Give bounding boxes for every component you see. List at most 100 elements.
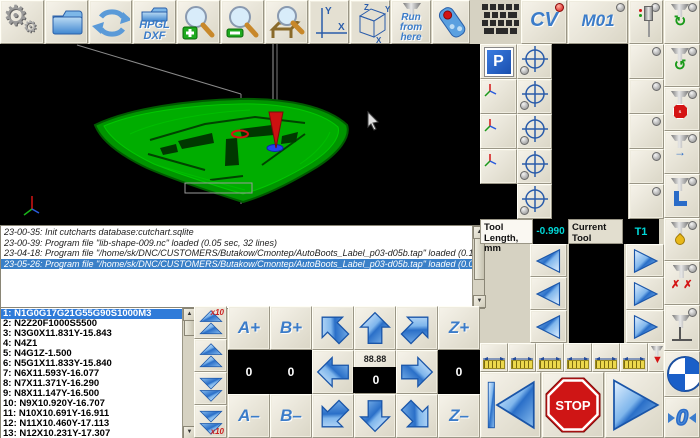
m03-button[interactable]: ↻ — [664, 0, 700, 44]
set-z-button[interactable] — [629, 114, 664, 149]
jog-left-button[interactable] — [312, 350, 354, 394]
jog-z-plus-button[interactable]: Z+ — [438, 306, 480, 350]
goto-zero-button[interactable]: 0 — [664, 397, 700, 438]
reload-button[interactable] — [89, 0, 132, 44]
program-up-x10-button[interactable]: x10 — [194, 306, 227, 339]
jog-over-speed-decrease-button[interactable] — [530, 310, 567, 343]
feed-value-display: 0 — [353, 367, 399, 393]
program-down-x10-button[interactable]: x10 — [194, 405, 227, 438]
wcs-button-g56[interactable] — [480, 149, 517, 184]
zoom-in-button[interactable] — [177, 0, 220, 44]
m07-spindle-icon — [671, 178, 689, 206]
axis-row-a — [480, 149, 664, 184]
svg-text:Z: Z — [364, 3, 369, 12]
jog-step-0-button[interactable] — [480, 343, 508, 372]
magnifier-minus-icon — [223, 3, 263, 43]
program-up-button[interactable] — [194, 339, 227, 372]
svg-text:STOP: STOP — [555, 398, 590, 413]
jog-down-right-button[interactable] — [396, 394, 438, 438]
goto-park-position-button[interactable] — [664, 351, 700, 397]
wcs-button-g55[interactable] — [480, 114, 517, 149]
jog-up-right-button[interactable] — [396, 306, 438, 350]
log-line[interactable]: 23-04-18: Program file "/home/sk/DNC/CUS… — [1, 248, 472, 259]
remote-control-button[interactable] — [432, 0, 470, 44]
set-a-button[interactable] — [629, 149, 664, 184]
open-file-button[interactable] — [45, 0, 88, 44]
zoom-fit-button[interactable] — [265, 0, 308, 44]
axis-select-b[interactable] — [517, 184, 552, 219]
m09-button[interactable]: ✗ ✗ — [664, 261, 700, 305]
log-line[interactable]: 23-05-26: Program file "/home/sk/DNC/CUS… — [1, 259, 472, 270]
axis-select-x[interactable] — [517, 44, 552, 79]
axis-select-y[interactable] — [517, 79, 552, 114]
m04-button[interactable]: ↺ — [664, 44, 700, 87]
zoom-out-button[interactable] — [221, 0, 264, 44]
program-scrollbar[interactable]: ▲ ▼ — [182, 308, 194, 438]
axis-row-b — [480, 184, 664, 219]
jog-step-1-button[interactable] — [508, 343, 536, 372]
set-x-button[interactable] — [629, 44, 664, 79]
jog-right-button[interactable] — [396, 350, 438, 394]
jog-z-minus-button[interactable]: Z– — [438, 394, 480, 438]
gcode-program-list: 1: N1G0G17G21G55G90S1000M32: N2Z20F1000S… — [0, 307, 195, 438]
axis-select-z[interactable] — [517, 114, 552, 149]
stop-button[interactable]: STOP — [542, 372, 604, 438]
axis-led — [520, 101, 529, 110]
spindle-speed-display — [569, 244, 624, 277]
over-speed-increase-button[interactable] — [626, 277, 664, 310]
m07-button[interactable] — [664, 174, 700, 218]
spindle-speed-increase-button[interactable] — [626, 244, 664, 277]
jog-step-2-button[interactable] — [536, 343, 564, 372]
jog-step-4-button[interactable] — [592, 343, 620, 372]
m05-button[interactable]: S — [664, 87, 700, 131]
spindle-speed-row — [480, 244, 664, 277]
cv-mode-button[interactable]: CV — [521, 0, 567, 44]
settings-button[interactable]: ⚙ ⚙ — [0, 0, 44, 44]
m08-button[interactable] — [664, 218, 700, 261]
m06-button[interactable]: → — [664, 131, 700, 174]
wcs-button-p[interactable]: P — [480, 44, 517, 79]
jog-step-5-button[interactable] — [620, 343, 648, 372]
spindle-speed-decrease-button[interactable] — [530, 244, 567, 277]
set-b-button[interactable] — [629, 184, 664, 219]
z-axis-jog-display: 0 — [438, 350, 480, 394]
probe-button[interactable] — [629, 0, 663, 44]
a-axis-jog-display: 0 — [228, 350, 270, 394]
jog-a-minus-button[interactable]: A– — [228, 394, 270, 438]
m01-button[interactable]: M01 — [568, 0, 628, 44]
gcode-line[interactable]: 13: N12X10.231Y-17.307 — [1, 429, 182, 438]
probe-down-button[interactable]: ▼ — [648, 343, 665, 372]
jog-over-speed-increase-button[interactable] — [626, 310, 664, 343]
jog-a-plus-button[interactable]: A+ — [228, 306, 270, 350]
log-line[interactable]: 23-00-39: Program file "lib-shape-009.nc… — [1, 238, 472, 249]
viewport-axes-triad — [24, 196, 39, 215]
jog-down-button[interactable] — [354, 394, 396, 438]
arrow-right-icon — [400, 355, 434, 389]
folder-icon — [48, 4, 86, 42]
over-speed-decrease-button[interactable] — [530, 277, 567, 310]
tool-length-measure-button[interactable] — [664, 305, 700, 351]
axis-select-a[interactable] — [517, 149, 552, 184]
left-triangle-icon — [534, 279, 564, 309]
log-line[interactable]: 23-00-35: Init cutcharts database:cutcha… — [1, 227, 472, 238]
keyboard-button[interactable] — [481, 0, 520, 42]
jog-b-minus-button[interactable]: B– — [270, 394, 312, 438]
red-down-arrow-icon: ▼ — [652, 354, 663, 366]
jog-up-button[interactable] — [354, 306, 396, 350]
machine-3d-viewport[interactable] — [0, 44, 483, 225]
jog-down-left-button[interactable] — [312, 394, 354, 438]
axis-led — [520, 171, 529, 180]
jog-b-plus-button[interactable]: B+ — [270, 306, 312, 350]
wcs-button-g54[interactable] — [480, 79, 517, 114]
import-hpgl-dxf-button[interactable]: HPGL DXF — [133, 0, 176, 44]
ruler-icon — [595, 360, 617, 369]
rewind-to-start-button[interactable] — [480, 372, 541, 438]
jog-up-left-button[interactable] — [312, 306, 354, 350]
jog-step-3-button[interactable] — [564, 343, 592, 372]
view-xy-button[interactable]: Y X — [309, 0, 349, 44]
set-y-button[interactable] — [629, 79, 664, 114]
start-play-button[interactable] — [605, 372, 664, 438]
run-from-here-button[interactable]: Runfromhere — [391, 0, 431, 44]
program-down-button[interactable] — [194, 372, 227, 405]
view-3d-button[interactable]: Z Y X — [350, 0, 390, 44]
